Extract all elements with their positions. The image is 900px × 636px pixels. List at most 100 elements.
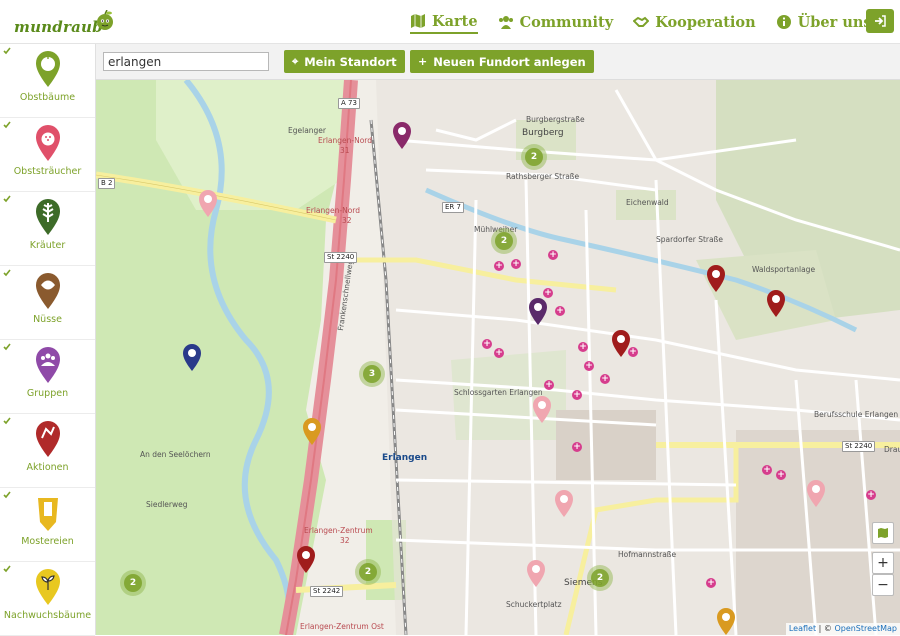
osm-link[interactable]: OpenStreetMap [834, 624, 897, 633]
category-gruppen[interactable]: Gruppen [0, 340, 95, 414]
herb-pin-icon [36, 199, 60, 235]
sapling-pin-icon [36, 569, 60, 605]
action-pin-icon [36, 421, 60, 457]
zoom-out-button[interactable]: − [872, 574, 894, 596]
marker-cluster[interactable]: 2 [120, 570, 146, 596]
category-aktionen[interactable]: Aktionen [0, 414, 95, 488]
nut-marker-icon[interactable] [302, 418, 322, 446]
plus-marker[interactable]: + [762, 465, 772, 475]
nut-marker-icon[interactable] [716, 608, 736, 635]
category-obstbaeume[interactable]: Obstbäume [0, 44, 95, 118]
light-red-fruit-marker-icon[interactable] [526, 560, 546, 588]
blue-marker-icon[interactable] [182, 344, 202, 372]
main-nav: Karte Community Kooperation Über uns [410, 10, 872, 34]
map-toolbar: ⌖ Mein Standort + Neuen Fundort anlegen [96, 44, 900, 80]
map-label-berufsschule: Berufsschule Erlangen [814, 410, 899, 419]
map-label-erlangen-zentrum-num: 32 [340, 536, 350, 545]
map-label-schuckertplatz: Schuckertplatz [506, 600, 562, 609]
marker-cluster[interactable]: 3 [359, 361, 385, 387]
road-shield: ER 7 [442, 202, 464, 213]
red-fruit-marker-icon[interactable] [766, 290, 786, 318]
purple-group-marker-icon[interactable] [392, 122, 412, 150]
plus-marker[interactable]: + [584, 361, 594, 371]
road-shield: St 2240 [842, 441, 876, 452]
cluster-count: 3 [363, 365, 381, 383]
light-red-fruit-marker-icon[interactable] [198, 190, 218, 218]
map-label-erlangen-nord2: Erlangen-Nord [306, 206, 361, 215]
berry-pin-icon [36, 125, 60, 161]
leaflet-link[interactable]: Leaflet [789, 624, 816, 633]
map-label-waldsportanlage: Waldsportanlage [752, 265, 816, 274]
category-kraeuter[interactable]: Kräuter [0, 192, 95, 266]
plus-marker[interactable]: + [600, 374, 610, 384]
map-label-erlangen-zentrum-ost: Erlangen-Zentrum Ost [300, 622, 384, 631]
red-fruit-marker-icon[interactable] [296, 546, 316, 574]
red-fruit-marker-icon[interactable] [611, 330, 631, 358]
plus-icon: + [418, 55, 428, 68]
category-label: Nüsse [33, 314, 62, 325]
search-input[interactable] [103, 52, 269, 71]
nav-kooperation-label: Kooperation [655, 13, 756, 31]
plus-marker[interactable]: + [548, 250, 558, 260]
cluster-count: 2 [525, 148, 543, 166]
marker-cluster[interactable]: 2 [355, 559, 381, 585]
nav-community-label: Community [519, 13, 614, 31]
nav-ueber-uns-label: Über uns [797, 13, 872, 31]
plus-marker[interactable]: + [578, 342, 588, 352]
category-nuesse[interactable]: Nüsse [0, 266, 95, 340]
top-header: mundraub Karte Community Kooperation Übe… [0, 0, 900, 44]
plus-marker[interactable]: + [494, 261, 504, 271]
new-spot-button[interactable]: + Neuen Fundort anlegen [410, 50, 594, 73]
plus-marker[interactable]: + [776, 470, 786, 480]
nav-kooperation[interactable]: Kooperation [633, 10, 756, 34]
category-obststraeucher[interactable]: Obststräucher [0, 118, 95, 192]
logo-text: mundraub [14, 18, 103, 36]
plus-marker[interactable]: + [482, 339, 492, 349]
marker-cluster[interactable]: 2 [521, 144, 547, 170]
plus-marker[interactable]: + [543, 288, 553, 298]
plus-marker[interactable]: + [866, 490, 876, 500]
plus-marker[interactable]: + [511, 259, 521, 269]
check-icon [3, 47, 11, 55]
zoom-in-button[interactable]: + [872, 552, 894, 574]
red-fruit-marker-icon[interactable] [706, 265, 726, 293]
plus-marker[interactable]: + [572, 390, 582, 400]
plus-marker[interactable]: + [555, 306, 565, 316]
map-label-spardorfer: Spardorfer Straße [656, 235, 723, 244]
layers-button[interactable] [872, 522, 894, 544]
map-icon [411, 14, 425, 28]
map-view[interactable]: Burgberg Erlangen Erlangen-Nord 31 Erlan… [96, 80, 900, 635]
attribution-sep: | © [816, 624, 835, 633]
light-red-fruit-marker-icon[interactable] [532, 396, 552, 424]
marker-cluster[interactable]: 2 [587, 565, 613, 591]
category-nachwuchsbaeume[interactable]: Nachwuchsbäume [0, 562, 95, 636]
road-shield: St 2240 [324, 252, 358, 263]
category-mostereien[interactable]: Mostereien [0, 488, 95, 562]
plus-marker[interactable]: + [544, 380, 554, 390]
login-button[interactable] [866, 9, 894, 33]
nav-karte-label: Karte [432, 12, 478, 30]
my-location-button[interactable]: ⌖ Mein Standort [284, 50, 405, 73]
map-label-schlossgarten: Schlossgarten Erlangen [454, 388, 543, 397]
plus-marker[interactable]: + [706, 578, 716, 588]
cluster-count: 2 [359, 563, 377, 581]
purple-group-marker-icon[interactable] [528, 298, 548, 326]
cluster-count: 2 [591, 569, 609, 587]
nav-community[interactable]: Community [498, 10, 614, 34]
check-icon [3, 269, 11, 277]
map-label-rathsberger: Rathsberger Straße [506, 172, 580, 181]
my-location-label: Mein Standort [304, 54, 397, 69]
map-label-egelanger: Egelanger [288, 126, 327, 135]
map-layers-icon [878, 528, 888, 538]
plus-marker[interactable]: + [494, 348, 504, 358]
map-label-burgbergstrasse: Burgbergstraße [526, 115, 585, 124]
nav-karte[interactable]: Karte [410, 10, 478, 34]
plus-marker[interactable]: + [572, 442, 582, 452]
category-label: Obstbäume [19, 92, 76, 103]
nav-ueber-uns[interactable]: Über uns [776, 10, 872, 34]
light-red-fruit-marker-icon[interactable] [554, 490, 574, 518]
category-label: Mostereien [21, 536, 74, 547]
marker-cluster[interactable]: 2 [491, 228, 517, 254]
map-label-erlangen-zentrum: Erlangen-Zentrum [304, 526, 373, 535]
light-red-fruit-marker-icon[interactable] [806, 480, 826, 508]
